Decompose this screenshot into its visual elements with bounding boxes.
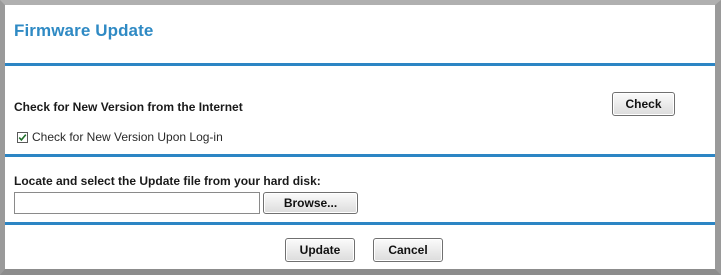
divider-middle (5, 154, 715, 157)
login-check-row[interactable]: Check for New Version Upon Log-in (17, 130, 223, 144)
divider-top (5, 63, 715, 66)
local-file-label: Locate and select the Update file from y… (14, 174, 321, 188)
cancel-button[interactable]: Cancel (373, 238, 443, 262)
login-check-label: Check for New Version Upon Log-in (32, 130, 223, 144)
page-title: Firmware Update (14, 21, 154, 40)
update-button[interactable]: Update (285, 238, 355, 262)
browse-button[interactable]: Browse... (263, 192, 358, 214)
login-check-checkbox[interactable] (17, 131, 28, 143)
divider-bottom (5, 222, 715, 225)
checkmark-icon (18, 133, 27, 141)
file-path-input[interactable] (14, 192, 260, 214)
online-check-label: Check for New Version from the Internet (14, 100, 243, 114)
check-button[interactable]: Check (612, 92, 675, 116)
firmware-update-panel: Firmware Update Check for New Version fr… (0, 0, 721, 275)
